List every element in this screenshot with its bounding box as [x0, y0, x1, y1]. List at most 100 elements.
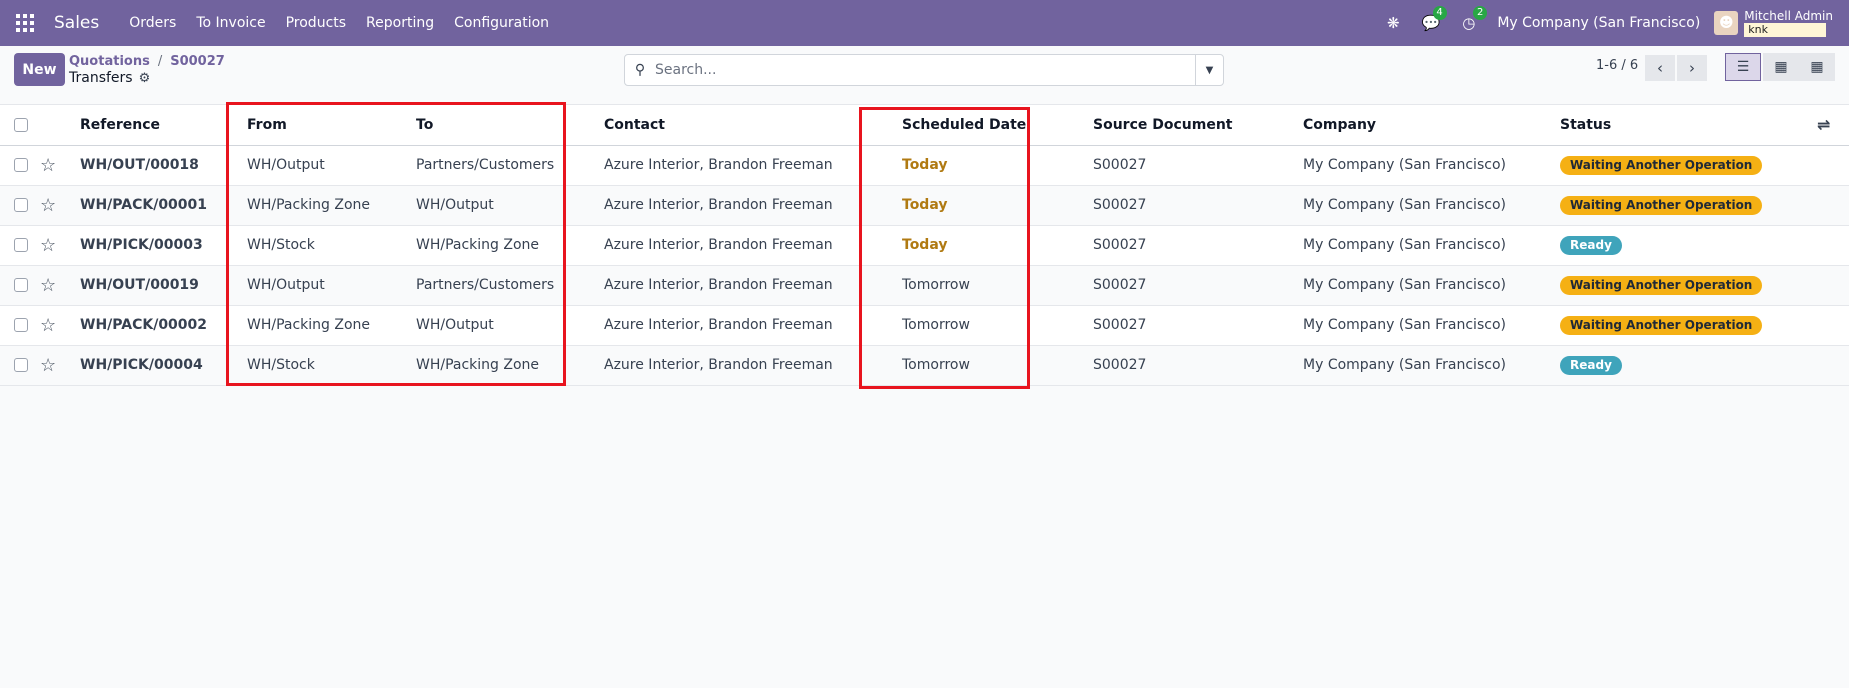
cell-to: WH/Output	[416, 185, 604, 226]
cell-reference: WH/PICK/00004	[80, 345, 247, 386]
apps-menu-icon[interactable]	[16, 14, 34, 32]
table-row[interactable]: ☆ WH/OUT/00019 WH/Output Partners/Custom…	[0, 265, 1849, 306]
column-header-source-document[interactable]: Source Document	[1093, 105, 1303, 146]
pager-value[interactable]: 1-6 / 6	[1596, 58, 1638, 73]
cell-source-document: S00027	[1093, 225, 1303, 266]
row-checkbox[interactable]	[14, 198, 28, 212]
menu-item-orders[interactable]: Orders	[119, 15, 186, 31]
cell-company: My Company (San Francisco)	[1303, 305, 1560, 346]
cell-source-document: S00027	[1093, 345, 1303, 386]
new-button[interactable]: New	[14, 53, 65, 86]
cell-source-document: S00027	[1093, 185, 1303, 226]
calendar-view-button[interactable]: ▦	[1799, 53, 1835, 81]
breadcrumb-quotations[interactable]: Quotations	[69, 54, 150, 69]
app-name[interactable]: Sales	[54, 13, 99, 33]
column-header-reference[interactable]: Reference	[80, 105, 247, 146]
select-all-checkbox[interactable]	[14, 117, 28, 132]
navbar-systray: ❋ 💬 4 ◷ 2 My Company (San Francisco) ☻ Mit…	[1387, 0, 1849, 46]
row-checkbox[interactable]	[14, 318, 28, 332]
cell-contact: Azure Interior, Brandon Freeman	[604, 225, 902, 266]
status-badge: Waiting Another Operation	[1560, 315, 1763, 335]
row-select-cell	[0, 145, 40, 186]
cell-scheduled-date: Today	[902, 185, 1093, 226]
search-options-toggle[interactable]: ▼	[1195, 55, 1223, 85]
column-header-status[interactable]: Status	[1560, 105, 1817, 146]
cell-to: WH/Output	[416, 305, 604, 346]
menu-item-configuration[interactable]: Configuration	[444, 15, 559, 31]
menu-item-products[interactable]: Products	[276, 15, 356, 31]
search-icon: ⚲	[634, 62, 646, 78]
star-icon[interactable]: ☆	[40, 275, 56, 296]
cell-status: Ready	[1560, 345, 1817, 386]
cell-reference: WH/PICK/00003	[80, 225, 247, 266]
row-checkbox[interactable]	[14, 358, 28, 372]
row-end-cell	[1817, 225, 1849, 266]
search-input[interactable]	[655, 62, 1195, 78]
star-icon[interactable]: ☆	[40, 355, 56, 376]
star-icon[interactable]: ☆	[40, 235, 56, 256]
favorite-cell: ☆	[40, 305, 80, 346]
column-header-to[interactable]: To	[416, 105, 604, 146]
pager-previous-button[interactable]: ‹	[1645, 55, 1675, 81]
cell-from: WH/Output	[247, 145, 416, 186]
breadcrumb: Quotations / S00027	[69, 54, 225, 69]
search-bar: ⚲ ▼	[624, 54, 1224, 86]
row-checkbox[interactable]	[14, 238, 28, 252]
table-row[interactable]: ☆ WH/PICK/00003 WH/Stock WH/Packing Zone…	[0, 225, 1849, 266]
cell-to: WH/Packing Zone	[416, 345, 604, 386]
company-switcher[interactable]: My Company (San Francisco)	[1497, 15, 1700, 31]
cell-status: Waiting Another Operation	[1560, 305, 1817, 346]
activities-clock-icon[interactable]: ◷ 2	[1462, 6, 1488, 32]
menu-item-reporting[interactable]: Reporting	[356, 15, 444, 31]
column-header-company[interactable]: Company	[1303, 105, 1560, 146]
optional-columns-icon[interactable]: ⇌	[1817, 115, 1830, 134]
cell-company: My Company (San Francisco)	[1303, 145, 1560, 186]
star-icon[interactable]: ☆	[40, 315, 56, 336]
cell-company: My Company (San Francisco)	[1303, 345, 1560, 386]
cell-scheduled-date: Tomorrow	[902, 345, 1093, 386]
column-header-from[interactable]: From	[247, 105, 416, 146]
cell-to: Partners/Customers	[416, 265, 604, 306]
transfers-table: Reference From To Contact Scheduled Date…	[0, 105, 1849, 386]
kanban-view-button[interactable]: ▦	[1763, 53, 1799, 81]
status-badge: Ready	[1560, 235, 1622, 255]
row-select-cell	[0, 305, 40, 346]
status-badge: Ready	[1560, 355, 1622, 375]
star-icon[interactable]: ☆	[40, 195, 56, 216]
cell-scheduled-date: Tomorrow	[902, 305, 1093, 346]
column-header-contact[interactable]: Contact	[604, 105, 902, 146]
table-row[interactable]: ☆ WH/OUT/00018 WH/Output Partners/Custom…	[0, 145, 1849, 186]
table-row[interactable]: ☆ WH/PACK/00001 WH/Packing Zone WH/Outpu…	[0, 185, 1849, 226]
table-row[interactable]: ☆ WH/PACK/00002 WH/Packing Zone WH/Outpu…	[0, 305, 1849, 346]
row-end-cell	[1817, 265, 1849, 306]
row-select-cell	[0, 265, 40, 306]
status-badge: Waiting Another Operation	[1560, 275, 1763, 295]
cell-from: WH/Packing Zone	[247, 185, 416, 226]
menu-item-to-invoice[interactable]: To Invoice	[186, 15, 275, 31]
breadcrumb-order[interactable]: S00027	[170, 54, 225, 69]
table-row[interactable]: ☆ WH/PICK/00004 WH/Stock WH/Packing Zone…	[0, 345, 1849, 386]
cell-contact: Azure Interior, Brandon Freeman	[604, 345, 902, 386]
row-end-cell	[1817, 185, 1849, 226]
list-view-button[interactable]: ☰	[1725, 53, 1761, 81]
user-menu[interactable]: Mitchell Admin knk	[1744, 9, 1833, 37]
column-header-scheduled-date[interactable]: Scheduled Date	[902, 105, 1093, 146]
cell-company: My Company (San Francisco)	[1303, 225, 1560, 266]
row-checkbox[interactable]	[14, 278, 28, 292]
optional-columns-cell: ⇌	[1817, 105, 1849, 146]
cell-company: My Company (San Francisco)	[1303, 185, 1560, 226]
cell-scheduled-date: Today	[902, 145, 1093, 186]
cell-source-document: S00027	[1093, 265, 1303, 306]
pager-next-button[interactable]: ›	[1677, 55, 1707, 81]
gear-icon[interactable]: ⚙	[139, 71, 151, 86]
cell-from: WH/Stock	[247, 345, 416, 386]
select-all-cell	[0, 105, 40, 146]
messages-icon[interactable]: 💬 4	[1422, 6, 1447, 32]
user-avatar[interactable]: ☻	[1714, 11, 1739, 35]
cell-company: My Company (San Francisco)	[1303, 265, 1560, 306]
debug-bug-icon[interactable]: ❋	[1387, 14, 1400, 32]
star-icon[interactable]: ☆	[40, 155, 56, 176]
row-select-cell	[0, 345, 40, 386]
cell-scheduled-date: Today	[902, 225, 1093, 266]
row-checkbox[interactable]	[14, 158, 28, 172]
